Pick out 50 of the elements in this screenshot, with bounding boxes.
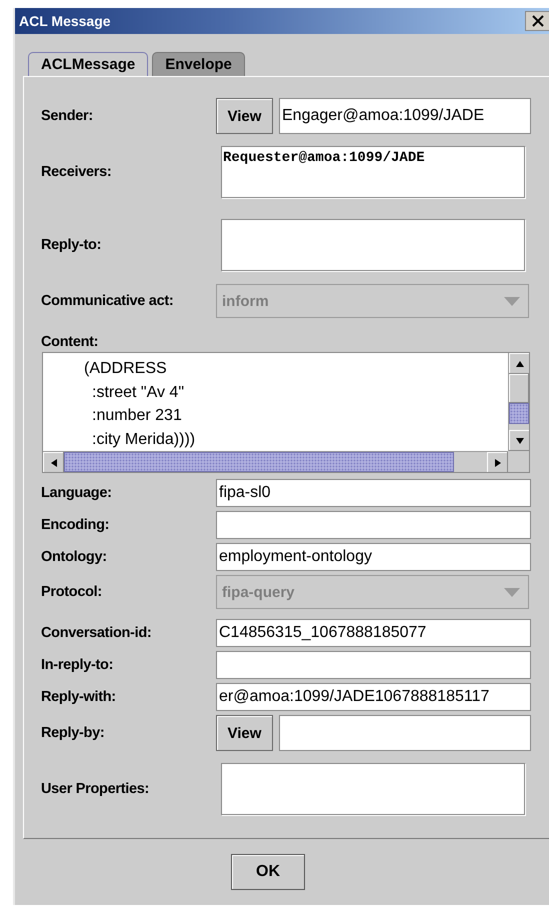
- ok-button[interactable]: OK: [231, 854, 305, 890]
- field-label: Reply-with:: [41, 689, 117, 705]
- dropdown-arrow-icon: [504, 296, 520, 306]
- field-label: Receivers:: [41, 164, 112, 180]
- field-label: Language:: [41, 485, 113, 501]
- scrollbar-corner: [508, 451, 529, 472]
- down-arrow-icon: [514, 436, 524, 446]
- tab[interactable]: Envelope: [152, 52, 245, 76]
- field-label: Conversation-id:: [41, 625, 152, 641]
- tab[interactable]: ACLMessage: [28, 52, 148, 76]
- field-label: Communicative act:: [41, 293, 174, 309]
- agent-list-field[interactable]: [221, 219, 525, 271]
- left-arrow-icon: [48, 458, 58, 468]
- text-field[interactable]: [216, 651, 531, 679]
- scroll-thumb[interactable]: [509, 403, 529, 424]
- window-title: ACL Message: [19, 13, 111, 29]
- close-button[interactable]: [525, 11, 549, 31]
- agent-list-field[interactable]: Requester@amoa:1099/JADE: [221, 146, 525, 198]
- dropdown-arrow-icon: [504, 588, 520, 596]
- text-field[interactable]: [216, 511, 531, 539]
- agent-name: Requester@amoa:1099/JADE: [223, 150, 426, 166]
- text-field[interactable]: employment-ontology: [216, 543, 531, 571]
- field-label: Ontology:: [41, 549, 108, 565]
- text-field[interactable]: C14856315_1067888185077: [216, 619, 531, 647]
- vertical-scrollbar[interactable]: [508, 353, 529, 451]
- right-arrow-icon: [492, 458, 502, 468]
- content-line: (ADDRESS: [84, 359, 168, 379]
- close-icon: [532, 15, 544, 27]
- content-line: :street "Av 4": [91, 382, 185, 402]
- field-label: Reply-by:: [41, 725, 106, 741]
- field-label: Content:: [41, 334, 100, 350]
- field-label: User Properties:: [41, 781, 150, 797]
- text-field[interactable]: Engager@amoa:1099/JADE: [279, 98, 531, 134]
- text-field[interactable]: [279, 715, 531, 751]
- properties-field[interactable]: [221, 763, 525, 815]
- up-arrow-icon: [514, 358, 524, 368]
- scroll-thumb[interactable]: [64, 452, 454, 472]
- horizontal-scrollbar[interactable]: [43, 451, 508, 472]
- content-line: :number 231: [91, 406, 183, 426]
- field-label: Protocol:: [41, 584, 103, 600]
- text-field[interactable]: er@amoa:1099/JADE1067888185117: [216, 683, 531, 711]
- field-label: In-reply-to:: [41, 657, 114, 673]
- field-label: Sender:: [41, 108, 94, 124]
- text-field[interactable]: fipa-sl0: [216, 479, 531, 507]
- content-text-area[interactable]: (ADDRESS :street "Av 4" :number 231 :city Merida)))): [42, 352, 530, 473]
- field-label: Reply-to:: [41, 237, 102, 253]
- content-line: :city Merida)))): [91, 430, 196, 450]
- field-label: Encoding:: [41, 517, 110, 533]
- view-button[interactable]: View: [216, 715, 273, 751]
- view-button[interactable]: View: [216, 98, 273, 134]
